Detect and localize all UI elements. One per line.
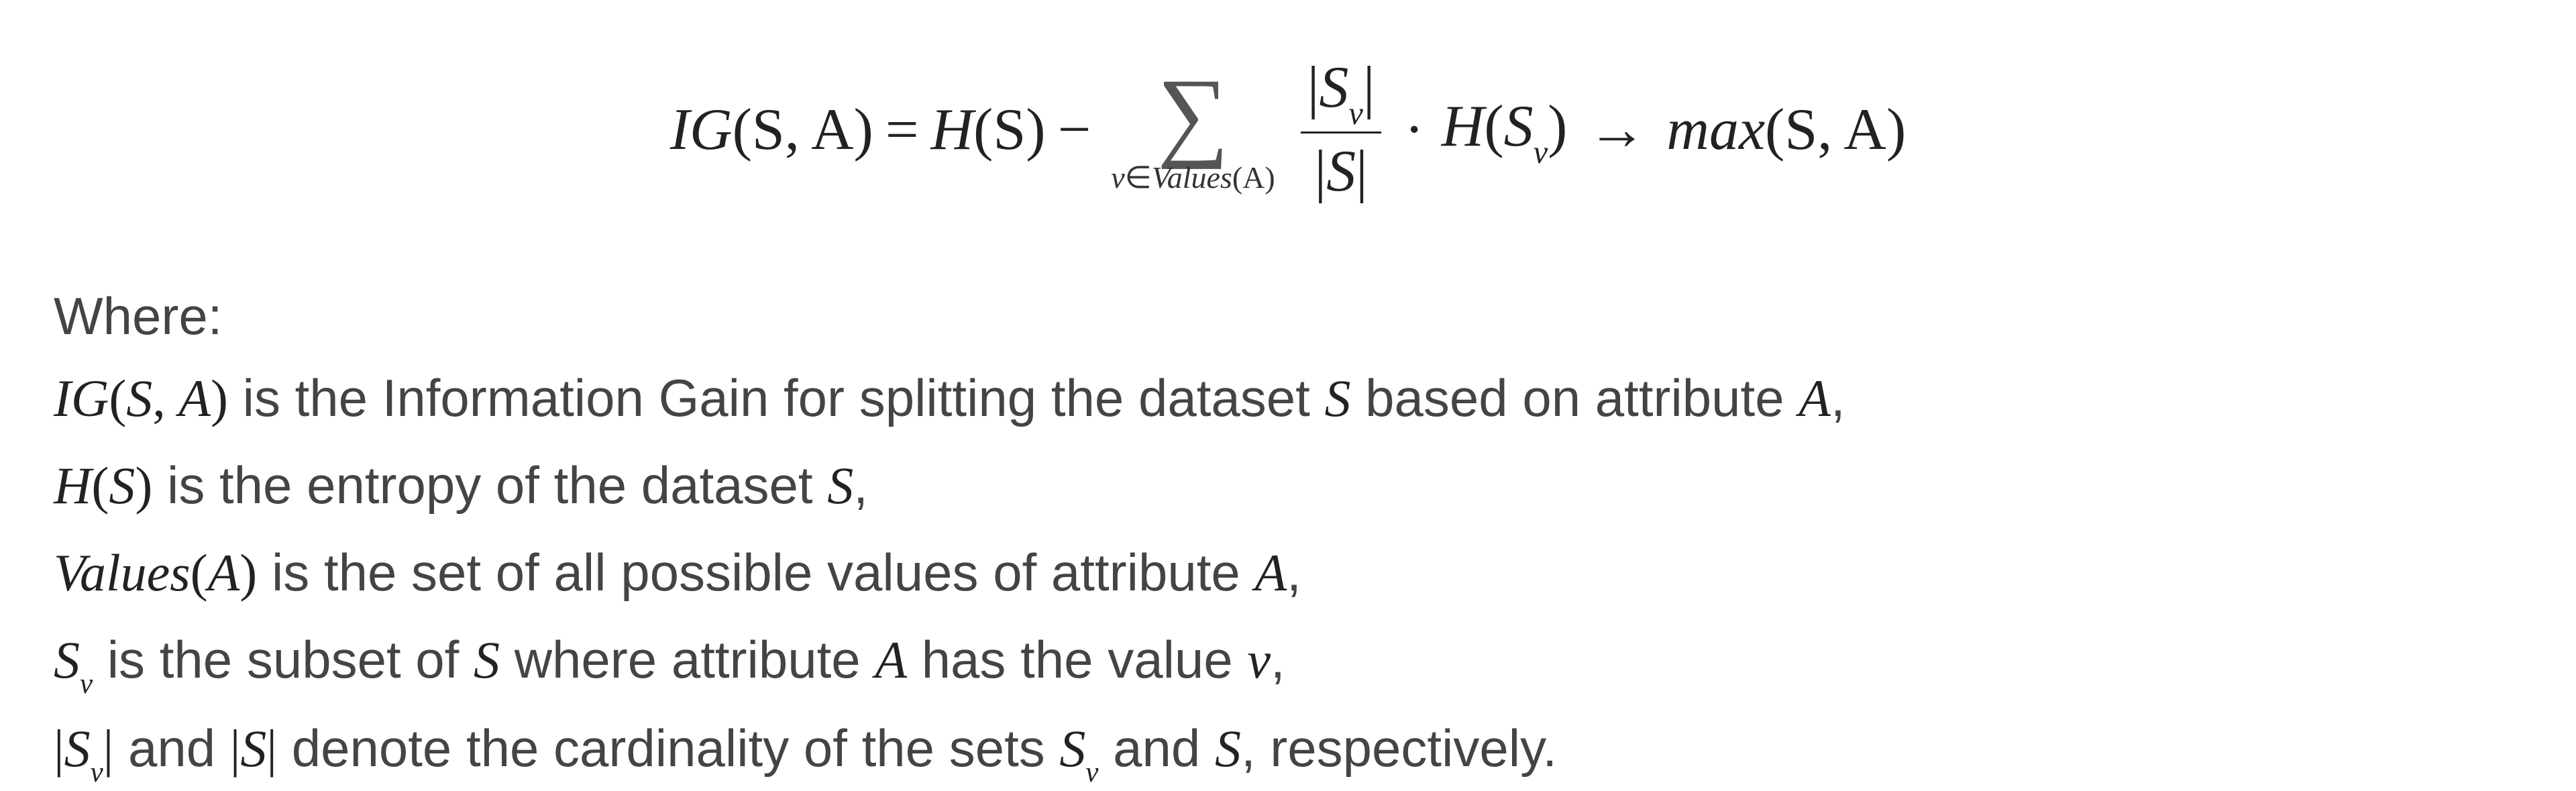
math-a: A bbox=[875, 631, 907, 689]
def-text: , respectively. bbox=[1241, 719, 1557, 778]
information-gain-formula: IG(S, A) = H(S) − ∑ v∈Values(A) |Sv| |S|… bbox=[670, 54, 1907, 205]
math-card-s: |S| bbox=[230, 719, 277, 778]
math-a: A bbox=[1254, 543, 1287, 602]
arrow-icon: → bbox=[1587, 96, 1646, 164]
def-text: has the value bbox=[907, 630, 1247, 689]
fraction-numerator: |Sv| bbox=[1301, 54, 1382, 127]
math-s: S bbox=[1215, 719, 1241, 778]
def-text: denote the cardinality of the sets bbox=[277, 719, 1059, 778]
max-func: max(S, A) bbox=[1666, 96, 1906, 164]
definition-sv: Sv is the subset of S where attribute A … bbox=[54, 619, 2522, 702]
def-text: is the entropy of the dataset bbox=[152, 456, 827, 515]
math-a: A bbox=[1799, 369, 1831, 427]
fraction-denominator: |S| bbox=[1307, 138, 1374, 205]
math-hs: H(S) bbox=[54, 456, 152, 515]
math-s: S bbox=[474, 631, 500, 689]
where-label: Where: bbox=[54, 286, 2522, 347]
fraction-sv-s: |Sv| |S| bbox=[1301, 54, 1382, 205]
def-text: where attribute bbox=[500, 630, 875, 689]
math-s: S bbox=[1324, 369, 1350, 427]
ig-func: IG(S, A) bbox=[670, 96, 873, 164]
definition-cardinality: |Sv| and |S| denote the cardinality of t… bbox=[54, 708, 2522, 791]
entropy-sv: H(Sv) bbox=[1442, 93, 1568, 166]
minus-sign: − bbox=[1058, 96, 1091, 164]
summation-subscript: v∈Values(A) bbox=[1111, 159, 1275, 195]
definition-values: Values(A) is the set of all possible val… bbox=[54, 532, 2522, 614]
sigma-icon: ∑ bbox=[1157, 64, 1229, 164]
def-text: and bbox=[1098, 719, 1214, 778]
multiplication-dot: · bbox=[1404, 96, 1424, 164]
def-text: and bbox=[113, 719, 229, 778]
definition-hs: H(S) is the entropy of the dataset S, bbox=[54, 445, 2522, 527]
def-text: is the subset of bbox=[93, 630, 474, 689]
def-text: , bbox=[853, 456, 868, 515]
def-text: , bbox=[1287, 543, 1301, 602]
def-text: , bbox=[1831, 368, 1845, 427]
fraction-line bbox=[1301, 131, 1382, 134]
def-text: is the Information Gain for splitting th… bbox=[228, 368, 1325, 427]
def-text: is the set of all possible values of att… bbox=[257, 543, 1254, 602]
math-values-a: Values(A) bbox=[54, 543, 257, 602]
math-sv: Sv bbox=[54, 631, 93, 689]
definitions-list: IG(S, A) is the Information Gain for spl… bbox=[54, 358, 2522, 791]
math-v: v bbox=[1247, 631, 1271, 689]
equals-sign: = bbox=[885, 96, 919, 164]
math-s: S bbox=[827, 456, 853, 515]
def-text: based on attribute bbox=[1350, 368, 1799, 427]
math-sv: Sv bbox=[1059, 719, 1098, 778]
math-card-sv: |Sv| bbox=[54, 719, 113, 778]
def-text: , bbox=[1271, 630, 1285, 689]
formula-container: IG(S, A) = H(S) − ∑ v∈Values(A) |Sv| |S|… bbox=[54, 54, 2522, 205]
math-ig: IG(S, A) bbox=[54, 369, 228, 427]
entropy-s: H(S) bbox=[930, 96, 1045, 164]
definition-ig: IG(S, A) is the Information Gain for spl… bbox=[54, 358, 2522, 439]
summation-block: ∑ v∈Values(A) bbox=[1111, 64, 1275, 195]
